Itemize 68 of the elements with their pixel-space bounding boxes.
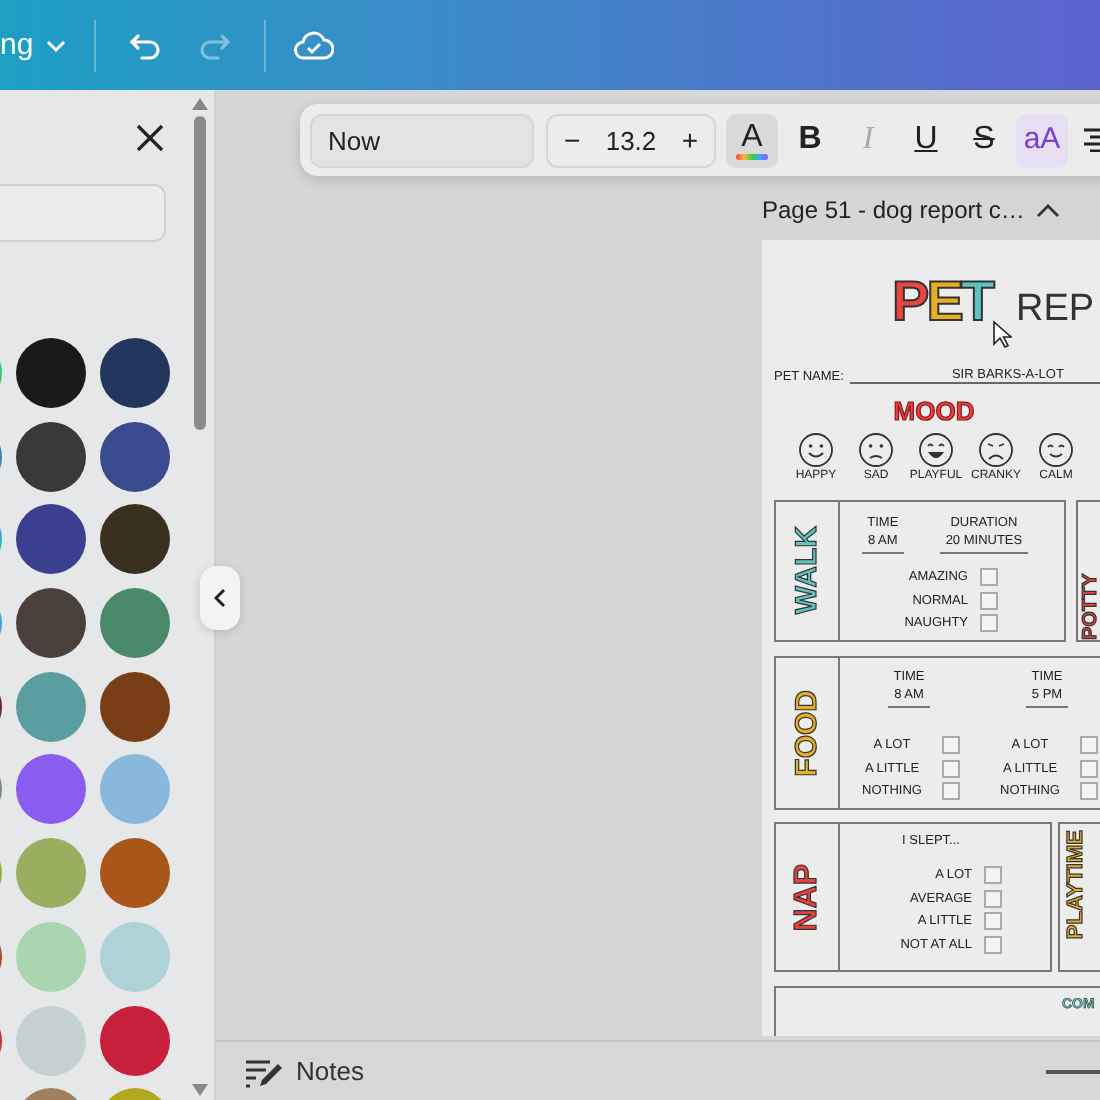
color-swatch[interactable] (16, 921, 86, 992)
color-swatch[interactable] (100, 421, 170, 492)
color-swatch[interactable] (16, 671, 86, 742)
checkbox[interactable] (942, 736, 960, 754)
color-swatch[interactable] (100, 588, 170, 659)
undo-button[interactable] (127, 29, 160, 61)
potty-heading: POTTY (1082, 571, 1100, 640)
underline-button[interactable]: U (900, 113, 952, 167)
notes-icon (244, 1055, 284, 1087)
color-swatch[interactable] (16, 838, 86, 909)
checkbox[interactable] (1080, 782, 1098, 800)
checkbox[interactable] (1080, 759, 1098, 777)
text-case-button[interactable]: aA (1016, 113, 1068, 167)
checkbox[interactable] (984, 912, 1002, 930)
font-field[interactable]: Now (310, 113, 534, 167)
laughing-face-icon (918, 432, 954, 468)
playtime-heading: PLAYTIME (1066, 830, 1088, 940)
color-swatch[interactable] (100, 921, 170, 992)
checkbox[interactable] (942, 759, 960, 777)
color-swatch[interactable] (100, 838, 170, 909)
strikethrough-button[interactable]: S (958, 113, 1010, 167)
color-swatch[interactable] (16, 338, 86, 408)
mood-heading: MOOD (893, 396, 975, 426)
color-swatch[interactable] (16, 588, 86, 659)
notes-button[interactable]: Notes (296, 1056, 364, 1086)
color-swatch[interactable] (16, 754, 86, 825)
bold-button[interactable]: B (784, 113, 836, 167)
happy-face-icon (798, 432, 834, 468)
scroll-down-icon[interactable] (192, 1084, 208, 1096)
color-swatch[interactable] (16, 504, 86, 575)
checkbox[interactable] (980, 591, 998, 609)
color-swatch[interactable] (100, 754, 170, 825)
color-swatch[interactable] (16, 1005, 86, 1075)
checkbox[interactable] (1080, 736, 1098, 754)
checkbox[interactable] (980, 614, 998, 632)
frowning-face-icon (978, 432, 1014, 468)
checkbox[interactable] (942, 782, 960, 800)
scroll-up-icon[interactable] (192, 98, 208, 110)
chevron-left-icon (214, 588, 226, 608)
chevron-down-icon (45, 39, 66, 51)
font-size-value[interactable]: 13.2 (605, 125, 657, 155)
cloud-save-button[interactable] (293, 29, 334, 61)
increase-size-button[interactable]: + (673, 124, 706, 156)
text-color-button[interactable]: A (726, 113, 778, 167)
scrollbar-thumb[interactable] (194, 116, 206, 430)
mouse-pointer-icon (992, 320, 1012, 348)
color-swatch[interactable] (16, 421, 86, 492)
nap-heading: NAP (791, 863, 823, 931)
checkbox[interactable] (984, 889, 1002, 907)
checkbox[interactable] (980, 568, 998, 586)
page-title: Page 51 - dog report c… (762, 196, 1025, 224)
decrease-size-button[interactable]: − (556, 124, 589, 156)
food-heading: FOOD (792, 689, 822, 777)
walk-heading: WALK (792, 526, 822, 616)
search-field[interactable] (0, 184, 166, 242)
report-title: PET (892, 268, 992, 336)
collapse-panel-button[interactable] (200, 566, 240, 630)
color-swatch[interactable] (100, 338, 170, 408)
color-swatch[interactable] (100, 671, 170, 742)
close-icon[interactable] (136, 123, 164, 151)
smiling-face-icon (1038, 432, 1074, 468)
color-swatch[interactable] (100, 504, 170, 575)
collapse-page-icon[interactable] (1036, 202, 1060, 218)
sad-face-icon (858, 432, 894, 468)
report-title-rest: REP (1015, 288, 1095, 332)
color-swatch[interactable] (100, 1005, 170, 1075)
checkbox[interactable] (984, 866, 1002, 884)
checkbox[interactable] (984, 935, 1002, 953)
